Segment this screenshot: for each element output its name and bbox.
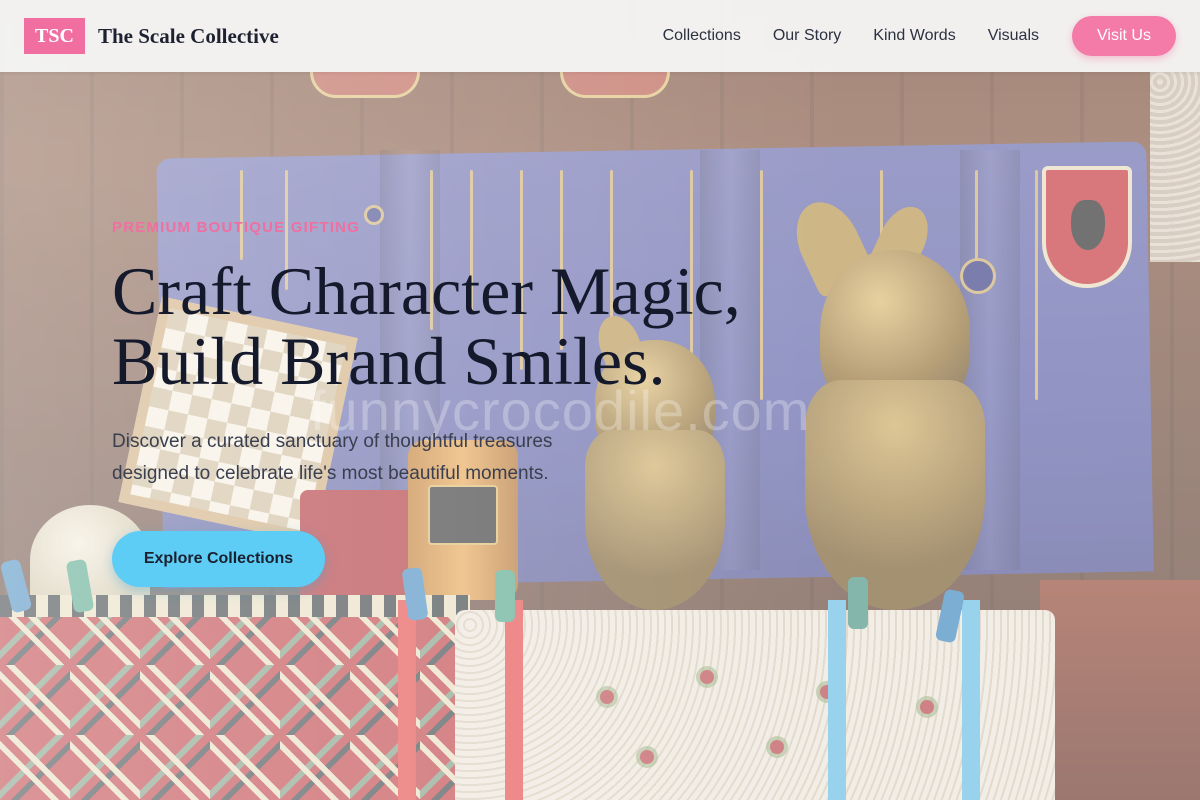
hero-headline-line-2: Build Brand Smiles. bbox=[112, 323, 666, 399]
brand-name: The Scale Collective bbox=[98, 23, 279, 48]
nav-link-kind-words[interactable]: Kind Words bbox=[873, 27, 955, 45]
nav-links: Collections Our Story Kind Words Visuals bbox=[663, 27, 1039, 45]
hero-subtext: Discover a curated sanctuary of thoughtf… bbox=[112, 426, 652, 490]
nav-link-our-story[interactable]: Our Story bbox=[773, 27, 841, 45]
hero-eyebrow: PREMIUM BOUTIQUE GIFTING bbox=[112, 219, 360, 236]
hero-subtext-line-2: designed to celebrate life's most beauti… bbox=[112, 463, 549, 484]
hero-headline: Craft Character Magic, Build Brand Smile… bbox=[112, 256, 872, 396]
hero-subtext-line-1: Discover a curated sanctuary of thoughtf… bbox=[112, 431, 553, 452]
top-navbar: TSC The Scale Collective Collections Our… bbox=[0, 0, 1200, 72]
explore-collections-button[interactable]: Explore Collections bbox=[112, 531, 325, 587]
hero-headline-line-1: Craft Character Magic, bbox=[112, 253, 741, 329]
nav-link-collections[interactable]: Collections bbox=[663, 27, 741, 45]
hero-section: PREMIUM BOUTIQUE GIFTING Craft Character… bbox=[112, 219, 872, 587]
tsc-logo-badge: TSC bbox=[24, 18, 85, 54]
brand-home-link[interactable]: TSC The Scale Collective bbox=[24, 18, 279, 54]
nav-link-visuals[interactable]: Visuals bbox=[988, 27, 1039, 45]
visit-us-button[interactable]: Visit Us bbox=[1072, 16, 1176, 56]
